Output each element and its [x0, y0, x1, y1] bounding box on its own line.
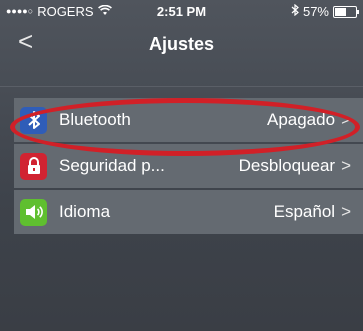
settings-row-label: Seguridad p...: [59, 156, 165, 175]
settings-row-language[interactable]: Idioma Español >: [14, 190, 363, 234]
status-bar: ●●●●○ ROGERS 2:51 PM 57%: [0, 0, 363, 22]
settings-row-security[interactable]: Seguridad p... Desbloquear >: [14, 144, 363, 188]
lock-icon: [20, 152, 47, 180]
chevron-right-icon: >: [341, 156, 351, 175]
settings-screen: ●●●●○ ROGERS 2:51 PM 57% < Ajustes Bluet…: [0, 0, 363, 331]
battery-fill: [335, 7, 346, 16]
chevron-right-icon: >: [341, 202, 351, 221]
bluetooth-icon: [20, 106, 47, 134]
battery-percent: 57%: [302, 4, 329, 19]
speaker-icon: [20, 198, 47, 226]
status-right: 57%: [291, 3, 359, 19]
settings-row-label: Idioma: [59, 202, 111, 221]
settings-list: Bluetooth Apagado > Seguridad p... Desbl…: [14, 98, 363, 236]
settings-row-value: Apagado: [266, 110, 336, 129]
settings-row-label: Bluetooth: [59, 110, 131, 129]
nav-bar: < Ajustes: [0, 22, 363, 64]
settings-row-value: Español: [273, 202, 336, 221]
settings-row-value: Desbloquear: [238, 156, 336, 175]
page-title: Ajustes: [148, 34, 215, 54]
divider: [0, 86, 363, 87]
battery-icon: [333, 5, 359, 18]
chevron-right-icon: >: [341, 110, 351, 129]
settings-row-bluetooth[interactable]: Bluetooth Apagado >: [14, 98, 363, 142]
bluetooth-icon: [291, 3, 299, 19]
